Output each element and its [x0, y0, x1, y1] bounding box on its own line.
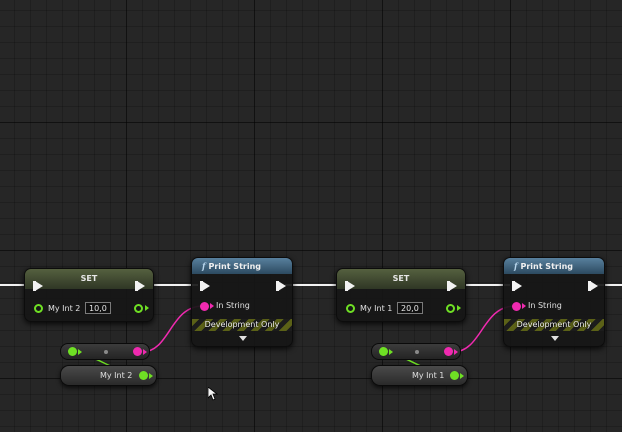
in-string-arrow: [522, 303, 526, 309]
conversion-node-b[interactable]: [371, 343, 461, 360]
set-node-title: SET: [337, 269, 465, 289]
expand-arrow-icon[interactable]: [551, 336, 559, 341]
print-string-node-a[interactable]: f Print String In String Development Only: [191, 257, 293, 347]
set-value-out-arrow: [145, 305, 149, 311]
variable-out-pin[interactable]: [450, 371, 459, 380]
conversion-out-pin[interactable]: [133, 347, 142, 356]
variable-out-pin[interactable]: [139, 371, 148, 380]
development-only-label: Development Only: [516, 320, 592, 329]
in-string-label: In String: [528, 301, 562, 310]
conversion-in-pin[interactable]: [68, 347, 77, 356]
set-value-in-pin[interactable]: [346, 304, 355, 313]
conversion-out-arrow: [143, 349, 147, 355]
conversion-out-pin[interactable]: [444, 347, 453, 356]
set-exec-out-pin[interactable]: [135, 281, 145, 291]
set-value-field[interactable]: 10,0: [85, 302, 111, 314]
print-string-header: f Print String: [504, 258, 604, 274]
conversion-in-arrow: [389, 349, 393, 355]
print-string-title: Print String: [208, 262, 262, 271]
in-string-arrow: [210, 303, 214, 309]
variable-out-arrow: [149, 373, 153, 379]
set-value-field[interactable]: 20,0: [397, 302, 423, 314]
print-string-title: Print String: [520, 262, 574, 271]
set-node-my-int-2[interactable]: SET My Int 2 10,0: [24, 268, 154, 322]
set-value-out-pin[interactable]: [134, 304, 143, 313]
set-variable-label: My Int 1: [360, 304, 393, 313]
conversion-in-pin[interactable]: [379, 347, 388, 356]
set-exec-in-pin[interactable]: [33, 281, 43, 291]
conversion-in-arrow: [78, 349, 82, 355]
variable-node-my-int-2[interactable]: My Int 2: [60, 365, 157, 386]
print-exec-out-pin[interactable]: [588, 281, 598, 291]
set-value-in-pin[interactable]: [34, 304, 43, 313]
in-string-pin[interactable]: [512, 302, 521, 311]
print-exec-in-pin[interactable]: [200, 281, 210, 291]
print-string-header: f Print String: [192, 258, 292, 274]
print-exec-out-pin[interactable]: [276, 281, 286, 291]
variable-label: My Int 2: [100, 371, 133, 380]
set-value-out-pin[interactable]: [446, 304, 455, 313]
set-value-out-arrow: [457, 305, 461, 311]
conversion-icon: [104, 350, 108, 354]
expand-arrow-icon[interactable]: [239, 336, 247, 341]
print-exec-in-pin[interactable]: [512, 281, 522, 291]
variable-node-my-int-1[interactable]: My Int 1: [371, 365, 468, 386]
set-node-title: SET: [25, 269, 153, 289]
in-string-label: In String: [216, 301, 250, 310]
set-variable-label: My Int 2: [48, 304, 81, 313]
set-node-my-int-1[interactable]: SET My Int 1 20,0: [336, 268, 466, 322]
function-icon: f: [202, 261, 206, 271]
conversion-icon: [415, 350, 419, 354]
function-icon: f: [514, 261, 518, 271]
in-string-pin[interactable]: [200, 302, 209, 311]
mouse-cursor-icon: [208, 387, 218, 401]
development-only-label: Development Only: [204, 320, 280, 329]
print-string-node-b[interactable]: f Print String In String Development Only: [503, 257, 605, 347]
blueprint-graph-canvas[interactable]: SET My Int 2 10,0 f Print String In Strin…: [0, 0, 622, 432]
variable-label: My Int 1: [412, 371, 445, 380]
conversion-node-a[interactable]: [60, 343, 150, 360]
set-exec-out-pin[interactable]: [447, 281, 457, 291]
variable-out-arrow: [460, 373, 464, 379]
set-exec-in-pin[interactable]: [345, 281, 355, 291]
conversion-out-arrow: [454, 349, 458, 355]
